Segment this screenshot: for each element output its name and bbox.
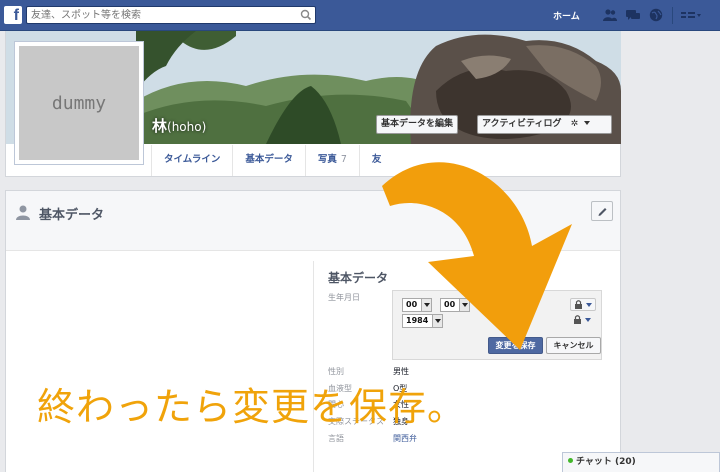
birth-year-value: 1984 (406, 316, 429, 325)
search-box[interactable] (26, 6, 316, 24)
card-title: 基本データ (39, 208, 105, 223)
facebook-logo[interactable]: f (4, 6, 22, 24)
tab-label: 友 (371, 154, 382, 165)
person-icon (16, 205, 30, 220)
notifications-globe-icon[interactable] (649, 8, 663, 22)
messages-icon[interactable] (626, 8, 640, 22)
settings-gear-icon[interactable]: ✲ (571, 119, 579, 129)
birth-day-value: 00 (444, 300, 456, 309)
chevron-down-icon (432, 315, 442, 327)
lock-icon (574, 315, 591, 324)
profile-name[interactable]: 林(hoho) (152, 115, 206, 136)
topbar-divider (672, 7, 673, 24)
online-status-icon (568, 458, 573, 463)
tab-label: タイムライン (164, 154, 221, 165)
chat-label: チャット (20) (576, 457, 636, 467)
privacy-selector-year[interactable] (570, 314, 596, 327)
tab-label: 写真 (317, 154, 337, 165)
languages-value[interactable]: 関西弁 (393, 433, 417, 444)
save-changes-button[interactable]: 変更を保存 (488, 337, 543, 354)
activity-log-button[interactable]: アクティビティログ ✲ (477, 115, 612, 134)
birth-year-select[interactable]: 1984 (402, 314, 443, 328)
top-navigation-bar: f ホーム (0, 0, 720, 31)
home-link[interactable]: ホーム (553, 9, 580, 22)
search-icon[interactable] (299, 8, 313, 22)
profile-header: dummy 林(hoho) 基本データを編集 アクティビティログ ✲ タイムライ… (5, 31, 621, 177)
section-title: 基本データ (328, 271, 389, 285)
privacy-shortcuts-icon[interactable] (680, 8, 702, 22)
profile-name-alternate: (hoho) (167, 120, 207, 134)
cancel-button[interactable]: キャンセル (546, 337, 601, 354)
tab-count: 7 (340, 154, 347, 165)
tab-label: 基本データ (245, 154, 293, 165)
tab-photos[interactable]: 写真 7 (304, 145, 359, 176)
languages-label: 言語 (328, 434, 344, 443)
chevron-down-icon (584, 121, 591, 125)
privacy-selector-date[interactable] (570, 298, 596, 311)
edit-basic-data-button[interactable]: 基本データを編集 (376, 115, 459, 134)
pencil-icon (598, 208, 607, 216)
birthday-edit-form: 00 00 1984 変更を保存 キャンセル (392, 290, 602, 360)
edit-pencil-button[interactable] (591, 201, 613, 221)
lock-icon (575, 300, 592, 309)
profile-name-main: 林 (152, 117, 168, 135)
birth-month-value: 00 (406, 300, 418, 309)
column-divider (313, 261, 314, 472)
birth-month-select[interactable]: 00 (402, 298, 432, 312)
tab-about[interactable]: 基本データ (232, 145, 305, 176)
card-header: 基本データ (6, 191, 620, 251)
profile-tabs: タイムライン 基本データ 写真 7 友 (151, 145, 487, 176)
activity-log-label: アクティビティログ (482, 119, 562, 129)
birth-day-select[interactable]: 00 (440, 298, 470, 312)
friend-requests-icon[interactable] (603, 8, 617, 22)
chevron-down-icon (459, 299, 469, 311)
tab-timeline[interactable]: タイムライン (151, 145, 232, 176)
tab-friends[interactable]: 友 (358, 145, 487, 176)
annotation-caption: 終わったら変更を保存。 (37, 385, 467, 429)
chevron-down-icon (421, 299, 431, 311)
birthday-label: 生年月日 (328, 293, 360, 302)
profile-picture[interactable]: dummy (14, 41, 144, 165)
profile-picture-placeholder-text: dummy (51, 92, 107, 114)
chat-bar[interactable]: チャット (20) (562, 452, 720, 472)
search-input[interactable] (27, 7, 287, 23)
